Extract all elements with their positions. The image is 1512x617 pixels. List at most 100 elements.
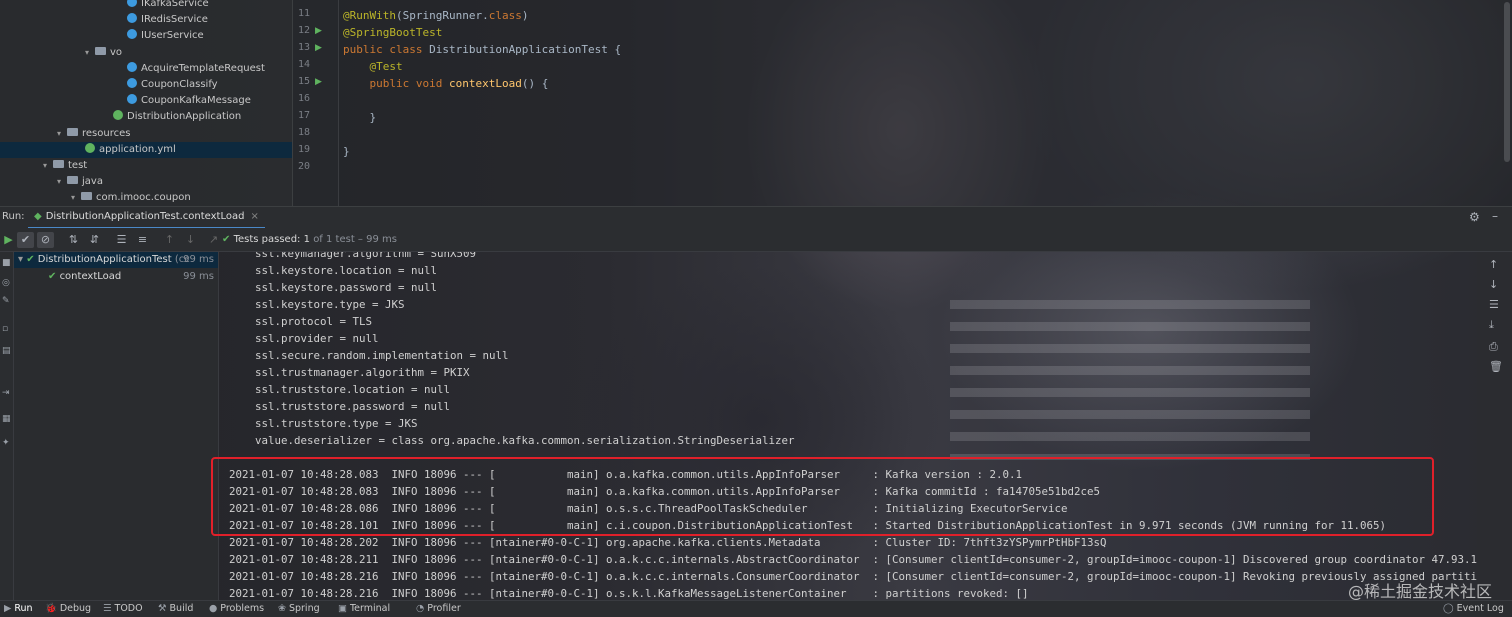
expand-all-icon[interactable]: ☰ xyxy=(113,232,130,248)
code-token: () { xyxy=(521,77,549,90)
tree-item[interactable]: ▾ com.imooc.coupon xyxy=(0,190,292,206)
gear-icon[interactable]: ⚙ xyxy=(1469,210,1480,224)
statusbar-spring[interactable]: ❀ Spring xyxy=(278,603,320,614)
run-test-gutter-icon[interactable]: ▶ xyxy=(315,43,322,53)
chevron-down-icon[interactable]: ▾ xyxy=(85,45,95,61)
console-line: ssl.keystore.type = JKS xyxy=(255,298,405,311)
status-bar: ▶ Run 🐞 Debug ☰ TODO ⚒ Build ● Problems ❀ Spring ▣ Te… xyxy=(0,600,1512,617)
code-token: class xyxy=(488,9,522,22)
login-icon[interactable]: ⇥ xyxy=(2,388,10,398)
debug-icon: 🐞 xyxy=(45,603,57,614)
grid-icon[interactable]: ▦ xyxy=(2,414,11,424)
trash-icon[interactable]: 🗑 xyxy=(1489,360,1503,373)
console-line: ssl.keystore.location = null xyxy=(255,264,438,277)
tree-item[interactable]: IUserService xyxy=(0,28,292,44)
tree-item[interactable]: ▾ vo xyxy=(0,45,292,61)
run-test-gutter-icon[interactable]: ▶ xyxy=(315,77,322,87)
code-editor[interactable]: 11 12 13 14 15 16 17 18 19 20 ▶ ▶ ▶ @RunWith(SpringR… xyxy=(293,0,1512,206)
scroll-to-end-icon[interactable]: ⤓ xyxy=(1489,318,1494,332)
build-icon: ⚒ xyxy=(158,603,167,614)
tree-item-label: application.yml xyxy=(99,143,176,155)
scroll-up-icon[interactable]: ↑ xyxy=(1489,258,1498,271)
problems-icon: ● xyxy=(209,603,218,614)
console-output[interactable]: ssl.keymanager.algorithm = SunX509 ssl.ke… xyxy=(219,252,1477,600)
pin-icon[interactable]: ✦ xyxy=(2,438,10,448)
editor-scrollbar[interactable] xyxy=(1504,2,1510,162)
tree-item-label: IRedisService xyxy=(141,14,208,26)
soft-wrap-icon[interactable]: ☰ xyxy=(1489,298,1499,311)
camera-icon[interactable]: ◎ xyxy=(2,278,10,288)
chevron-down-icon[interactable]: ▾ xyxy=(57,126,67,142)
tree-item[interactable]: ▾ test xyxy=(0,158,292,174)
statusbar-debug[interactable]: 🐞 Debug xyxy=(45,603,91,614)
statusbar-label: Debug xyxy=(59,603,92,614)
statusbar-run[interactable]: ▶ Run xyxy=(4,603,33,614)
line-number: 15 xyxy=(297,76,310,87)
stop-icon[interactable]: ■ xyxy=(2,258,11,268)
code-line: public void contextLoad() { xyxy=(343,75,549,92)
print-icon[interactable]: ⎙ xyxy=(1489,340,1498,354)
tree-item[interactable]: IRedisService xyxy=(0,12,292,28)
code-line: public class DistributionApplicationTest… xyxy=(343,41,621,58)
wrench-icon[interactable]: ✎ xyxy=(2,296,10,306)
chevron-down-icon[interactable]: ▾ xyxy=(57,174,67,190)
rerun-icon[interactable]: ▶ xyxy=(0,232,17,248)
tree-item[interactable]: IKafkaService xyxy=(0,0,292,12)
run-tab[interactable]: ◆ DistributionApplicationTest.contextLoad… xyxy=(28,209,265,229)
tree-item[interactable]: ▾ resources xyxy=(0,126,292,142)
tree-item[interactable]: AcquireTemplateRequest xyxy=(0,61,292,77)
statusbar-todo[interactable]: ☰ TODO xyxy=(103,603,143,614)
tree-item[interactable]: CouponClassify xyxy=(0,77,292,93)
folder-icon xyxy=(53,160,64,168)
statusbar-build[interactable]: ⚒ Build xyxy=(158,603,193,614)
terminal-icon: ▣ xyxy=(338,603,347,614)
check-icon: ✔ xyxy=(26,254,38,265)
tree-item[interactable]: DistributionApplication xyxy=(0,109,292,125)
export-icon[interactable]: ↗ xyxy=(205,232,222,248)
line-number: 12 xyxy=(297,25,310,36)
run-test-gutter-icon[interactable]: ▶ xyxy=(315,26,322,36)
chevron-down-icon[interactable]: ▾ xyxy=(43,158,53,174)
next-failed-icon[interactable]: ↓ xyxy=(182,232,199,248)
console-line: ssl.protocol = TLS xyxy=(255,315,373,328)
statusbar-label: Profiler xyxy=(427,603,461,614)
show-passed-icon[interactable]: ✔ xyxy=(17,232,34,248)
layout-icon[interactable]: ▫ xyxy=(2,324,8,334)
test-duration: 99 ms xyxy=(183,271,214,282)
statusbar-event-log[interactable]: ◯ Event Log xyxy=(1443,603,1504,614)
test-item[interactable]: ✔ contextLoad 99 ms xyxy=(14,269,218,285)
collapse-all-icon[interactable]: ≡ xyxy=(134,232,151,248)
scroll-down-icon[interactable]: ↓ xyxy=(1489,278,1498,291)
statusbar-label: Run xyxy=(14,603,33,614)
statusbar-terminal[interactable]: ▣ Terminal xyxy=(338,603,390,614)
code-token: } xyxy=(343,145,350,158)
tree-item[interactable]: ▾ java xyxy=(0,174,292,190)
test-item-label: contextLoad xyxy=(59,271,122,282)
show-ignored-icon[interactable]: ⊘ xyxy=(37,232,54,248)
tree-item-label: java xyxy=(82,176,103,188)
statusbar-label: Spring xyxy=(288,603,320,614)
minimize-icon[interactable]: – xyxy=(1492,209,1498,223)
test-results-tree: ▾ ✔ DistributionApplicationTest (cc 99 ms… xyxy=(14,252,219,600)
event-log-icon: ◯ xyxy=(1443,603,1454,614)
tree-item-label: CouponClassify xyxy=(141,79,218,90)
close-icon[interactable]: × xyxy=(250,211,258,222)
test-item[interactable]: ▾ ✔ DistributionApplicationTest (cc 99 ms xyxy=(14,252,218,268)
sort-duration-icon[interactable]: ⇵ xyxy=(86,232,103,248)
statusbar-label: Problems xyxy=(220,603,265,614)
sort-alpha-icon[interactable]: ⇅ xyxy=(65,232,82,248)
run-tool-window-header: Run: ◆ DistributionApplicationTest.contex… xyxy=(0,206,1512,229)
tree-item[interactable]: application.yml xyxy=(0,141,292,158)
print-icon[interactable]: ▤ xyxy=(2,346,11,356)
tree-item-label: AcquireTemplateRequest xyxy=(141,62,265,74)
chevron-down-icon[interactable]: ▾ xyxy=(71,190,81,206)
tree-item-label: CouponKafkaMessage xyxy=(141,95,251,107)
interface-icon xyxy=(127,29,137,40)
test-duration: 99 ms xyxy=(183,254,214,265)
prev-failed-icon[interactable]: ↑ xyxy=(161,232,178,248)
chevron-down-icon[interactable]: ▾ xyxy=(18,254,26,265)
tree-item[interactable]: CouponKafkaMessage xyxy=(0,93,292,109)
statusbar-profiler[interactable]: ◔ Profiler xyxy=(416,603,461,614)
statusbar-problems[interactable]: ● Problems xyxy=(209,603,264,614)
